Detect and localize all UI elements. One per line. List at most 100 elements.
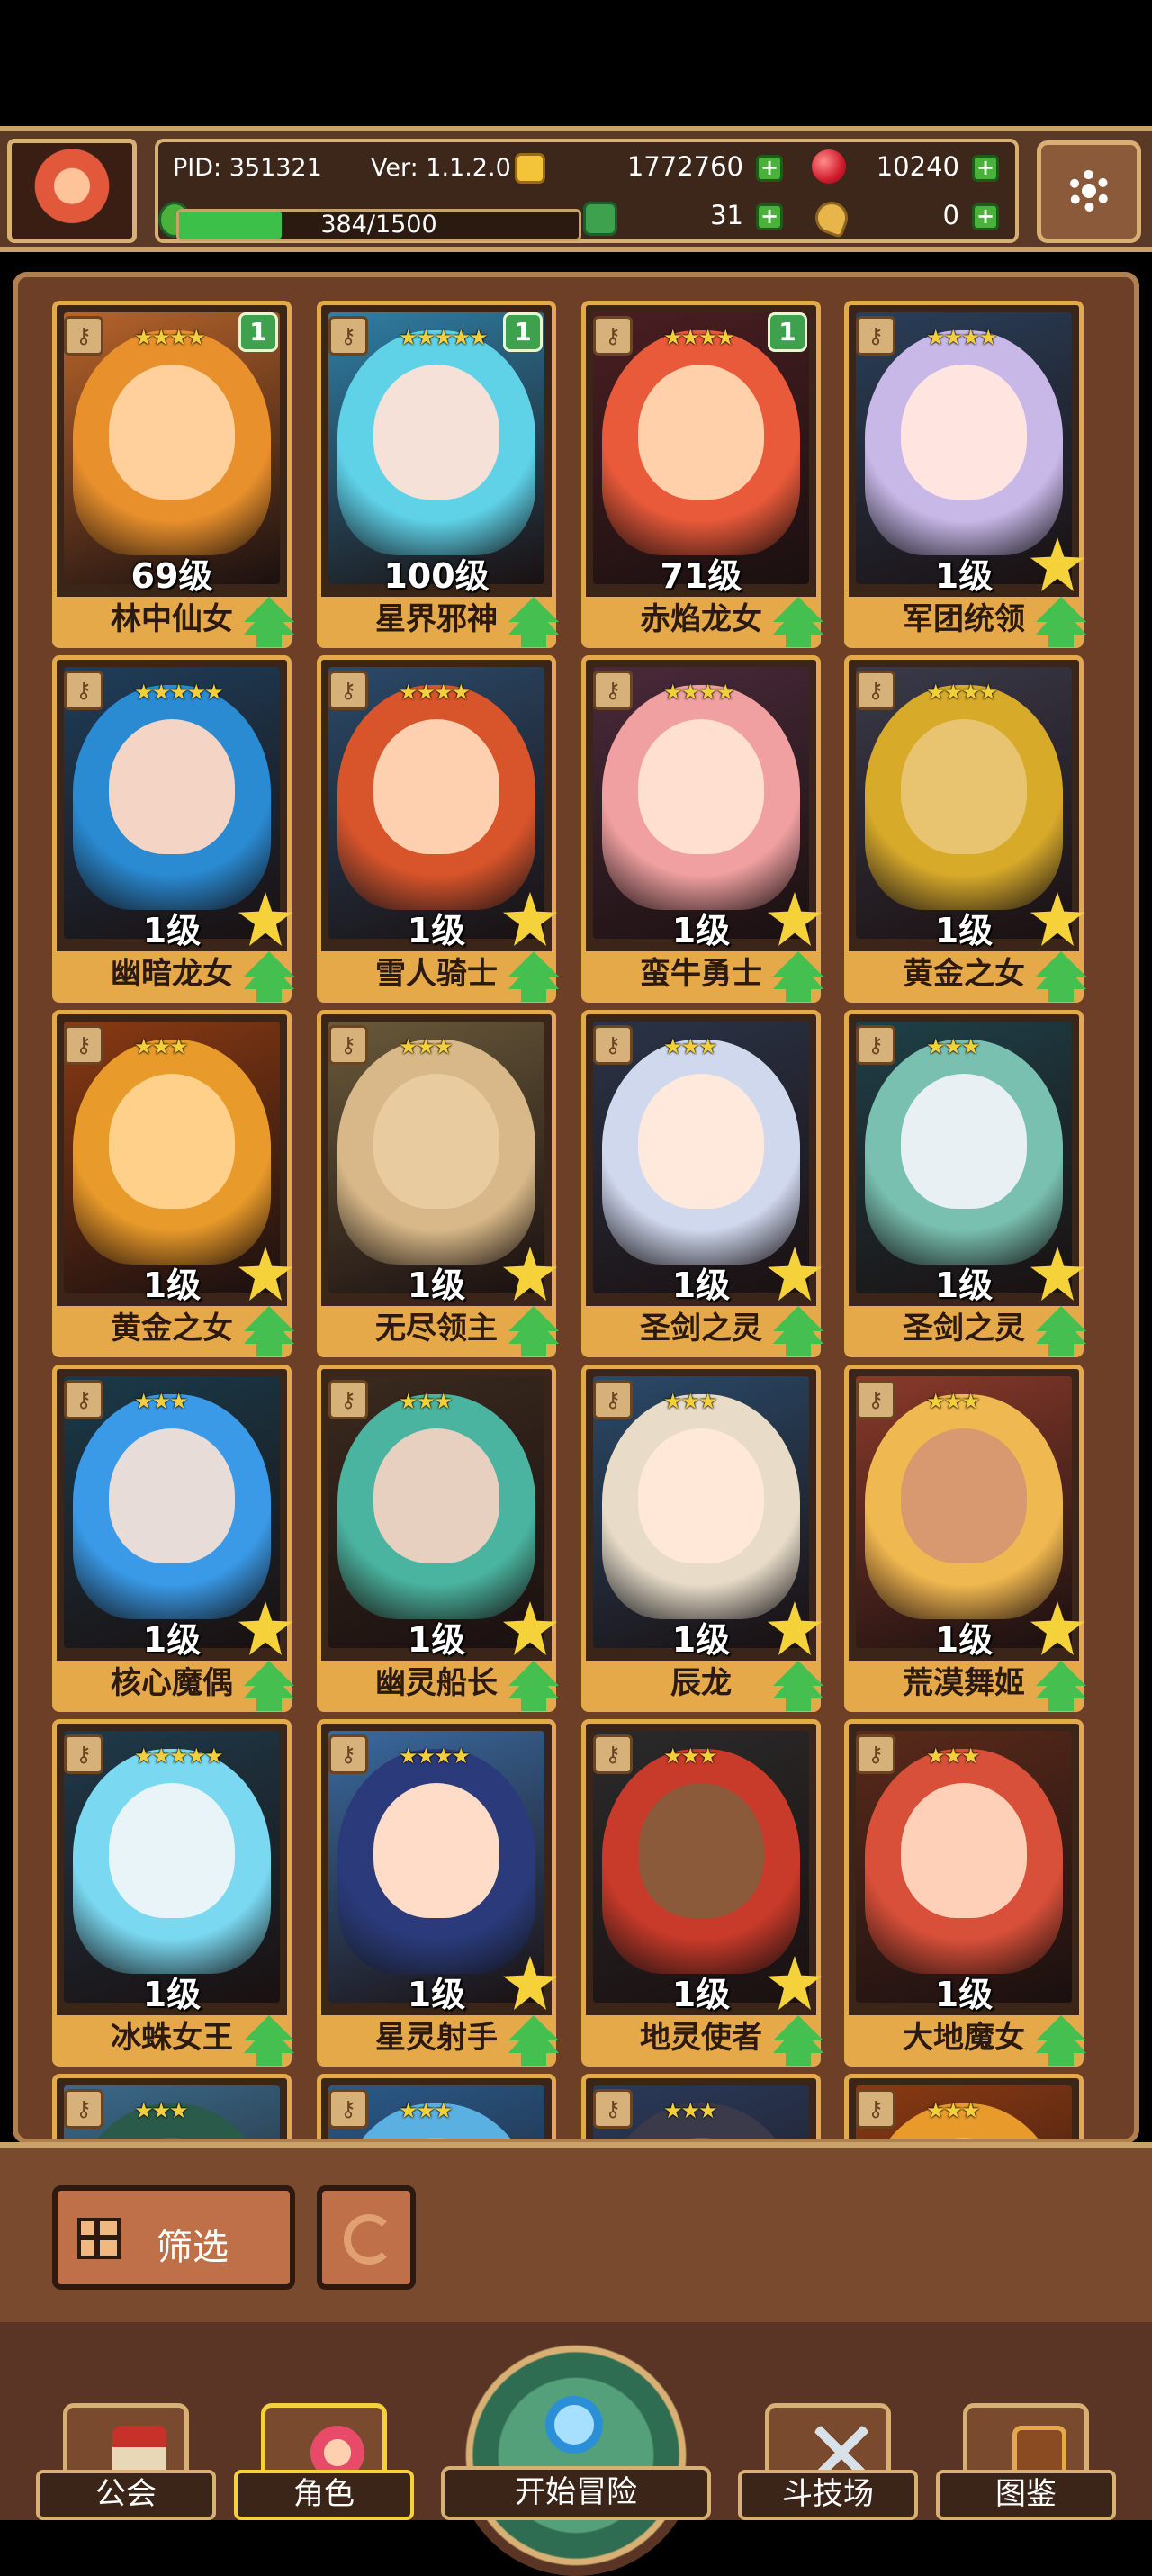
key-icon: ⚷ bbox=[328, 1025, 368, 1065]
gold-coin-icon bbox=[515, 153, 545, 184]
star-rating: ★★★★ bbox=[926, 680, 998, 705]
star-rating: ★★★★ bbox=[134, 325, 206, 350]
hero-card[interactable]: ⚷ ★★★ 1级 荒漠舞姬 bbox=[844, 1365, 1086, 1712]
hero-roster: ⚷ ★★★★ 1 69级 林中仙女 ⚷ ★★★★★ 1 100级 星界邪神 ⚷ ★★★★ 1 71级 赤焰龙… bbox=[13, 272, 1139, 2144]
refresh-button[interactable] bbox=[317, 2185, 416, 2290]
hero-card[interactable]: ⚷ ★★★ 1级 地灵使者 bbox=[581, 1719, 824, 2067]
hero-card[interactable]: ⚷ ★★★★ 1级 雪人骑士 bbox=[317, 655, 559, 1003]
key-icon: ⚷ bbox=[856, 2089, 896, 2129]
gold-amount: 1772760 bbox=[626, 151, 743, 182]
star-rating: ★★★★ bbox=[926, 325, 998, 350]
nav-guild-label: 公会 bbox=[36, 2470, 216, 2520]
add-key-button[interactable]: + bbox=[972, 203, 999, 230]
hero-card[interactable]: ⚷ ★★★ bbox=[581, 2074, 821, 2139]
hero-card[interactable]: ⚷ ★★★★ 1 71级 赤焰龙女 bbox=[581, 301, 824, 648]
hero-level: 1级 bbox=[142, 1975, 202, 2014]
hero-card[interactable]: ⚷ ★★★ 1级 大地魔女 bbox=[844, 1719, 1086, 2067]
star-rating: ★★★★★ bbox=[134, 1743, 224, 1769]
nav-arena[interactable]: 斗技场 bbox=[738, 2403, 918, 2520]
hero-level: 1级 bbox=[934, 1975, 994, 2014]
hero-card[interactable]: ⚷ ★★★★ 1级 星灵射手 bbox=[317, 1719, 559, 2067]
hero-level: 1级 bbox=[671, 1265, 731, 1305]
hero-card[interactable]: ⚷ ★★★ 1级 核心魔偶 bbox=[52, 1365, 294, 1712]
hero-card[interactable]: ⚷ ★★★ 1级 圣剑之灵 bbox=[581, 1010, 824, 1357]
star-rating: ★★★ bbox=[399, 1389, 454, 1414]
hero-face bbox=[374, 718, 500, 854]
key-icon: ⚷ bbox=[593, 2089, 633, 2129]
star-rating: ★★★ bbox=[663, 1743, 718, 1769]
hero-card[interactable]: ⚷ ★★★★★ 1级 冰蛛女王 bbox=[52, 1719, 294, 2067]
player-id: PID: 351321 bbox=[173, 154, 322, 182]
count-badge: 1 bbox=[503, 312, 543, 352]
hero-card[interactable]: ⚷ ★★★ 1级 辰龙 bbox=[581, 1365, 824, 1712]
nav-character[interactable]: 角色 bbox=[234, 2403, 414, 2520]
status-bar: PID: 351321 Ver: 1.1.2.0 1772760 + 10240… bbox=[0, 126, 1152, 252]
hero-card[interactable]: ⚷ ★★★★ 1 69级 林中仙女 bbox=[52, 301, 294, 648]
hero-face bbox=[638, 1073, 764, 1209]
hero-level: 69级 bbox=[130, 556, 213, 596]
refresh-icon bbox=[344, 2214, 394, 2265]
player-avatar[interactable] bbox=[7, 139, 137, 243]
hero-face bbox=[374, 1073, 500, 1209]
xp-text: 384/1500 bbox=[320, 211, 437, 239]
bottom-navigation: 公会 角色 开始冒险 斗技场 图鉴 bbox=[0, 2322, 1152, 2576]
hero-card[interactable]: ⚷ ★★★ bbox=[52, 2074, 292, 2139]
star-rating: ★★★ bbox=[134, 1389, 189, 1414]
hero-face bbox=[109, 718, 235, 854]
world-map-icon bbox=[455, 2335, 697, 2576]
key-icon: ⚷ bbox=[593, 671, 633, 710]
hero-level: 1级 bbox=[934, 1620, 994, 1660]
hero-card[interactable]: ⚷ ★★★ bbox=[844, 2074, 1084, 2139]
key-amount: 0 bbox=[942, 200, 959, 230]
settings-button[interactable] bbox=[1037, 140, 1141, 243]
hero-level: 1级 bbox=[407, 1265, 466, 1305]
hero-face bbox=[638, 1782, 764, 1918]
hero-level: 1级 bbox=[142, 1620, 202, 1660]
hero-face bbox=[374, 1782, 500, 1918]
key-icon: ⚷ bbox=[856, 316, 896, 356]
key-icon: ⚷ bbox=[593, 1380, 633, 1419]
hero-level: 1级 bbox=[934, 556, 994, 596]
add-gold-button[interactable]: + bbox=[756, 155, 783, 182]
hero-card[interactable]: ⚷ ★★★ 1级 无尽领主 bbox=[317, 1010, 559, 1357]
star-rating: ★★★ bbox=[663, 2098, 718, 2123]
key-icon: ⚷ bbox=[64, 671, 104, 710]
clover-amount: 31 bbox=[710, 200, 743, 230]
hero-card[interactable]: ⚷ ★★★ 1级 黄金之女 bbox=[52, 1010, 294, 1357]
hero-level: 1级 bbox=[671, 1620, 731, 1660]
hero-level: 71级 bbox=[660, 556, 742, 596]
filter-label: 筛选 bbox=[157, 2227, 229, 2268]
key-icon: ⚷ bbox=[593, 1025, 633, 1065]
red-gem-icon bbox=[812, 149, 846, 184]
hero-card[interactable]: ⚷ ★★★ bbox=[317, 2074, 556, 2139]
star-rating: ★★★★ bbox=[399, 1743, 471, 1769]
start-adventure-button[interactable]: 开始冒险 bbox=[441, 2322, 711, 2576]
hero-card[interactable]: ⚷ ★★★★ 1级 军团统领 bbox=[844, 301, 1086, 648]
star-rating: ★★★★ bbox=[663, 680, 735, 705]
nav-codex[interactable]: 图鉴 bbox=[936, 2403, 1116, 2520]
hero-card[interactable]: ⚷ ★★★★★ 1 100级 星界邪神 bbox=[317, 301, 559, 648]
hero-face bbox=[374, 364, 500, 500]
add-clover-button[interactable]: + bbox=[756, 203, 783, 230]
add-gem-button[interactable]: + bbox=[972, 155, 999, 182]
key-icon: ⚷ bbox=[593, 316, 633, 356]
nav-guild[interactable]: 公会 bbox=[36, 2403, 216, 2520]
hero-face bbox=[374, 1428, 500, 1563]
key-icon: ⚷ bbox=[64, 1734, 104, 1774]
hero-level: 1级 bbox=[934, 1265, 994, 1305]
star-rating: ★★★ bbox=[134, 2098, 189, 2123]
key-icon: ⚷ bbox=[593, 1734, 633, 1774]
hero-card[interactable]: ⚷ ★★★★ 1级 蛮牛勇士 bbox=[581, 655, 824, 1003]
hero-card[interactable]: ⚷ ★★★★★ 1级 幽暗龙女 bbox=[52, 655, 294, 1003]
key-icon: ⚷ bbox=[328, 1380, 368, 1419]
key-icon: ⚷ bbox=[64, 316, 104, 356]
hero-card[interactable]: ⚷ ★★★★ 1级 黄金之女 bbox=[844, 655, 1086, 1003]
key-icon: ⚷ bbox=[64, 2089, 104, 2129]
hero-face bbox=[109, 1782, 235, 1918]
filter-button[interactable]: 筛选 bbox=[52, 2185, 295, 2290]
hero-level: 1级 bbox=[671, 1975, 731, 2014]
hero-card[interactable]: ⚷ ★★★ 1级 圣剑之灵 bbox=[844, 1010, 1086, 1357]
hero-card[interactable]: ⚷ ★★★ 1级 幽灵船长 bbox=[317, 1365, 559, 1712]
nav-arena-label: 斗技场 bbox=[738, 2470, 918, 2520]
count-badge: 1 bbox=[768, 312, 807, 352]
